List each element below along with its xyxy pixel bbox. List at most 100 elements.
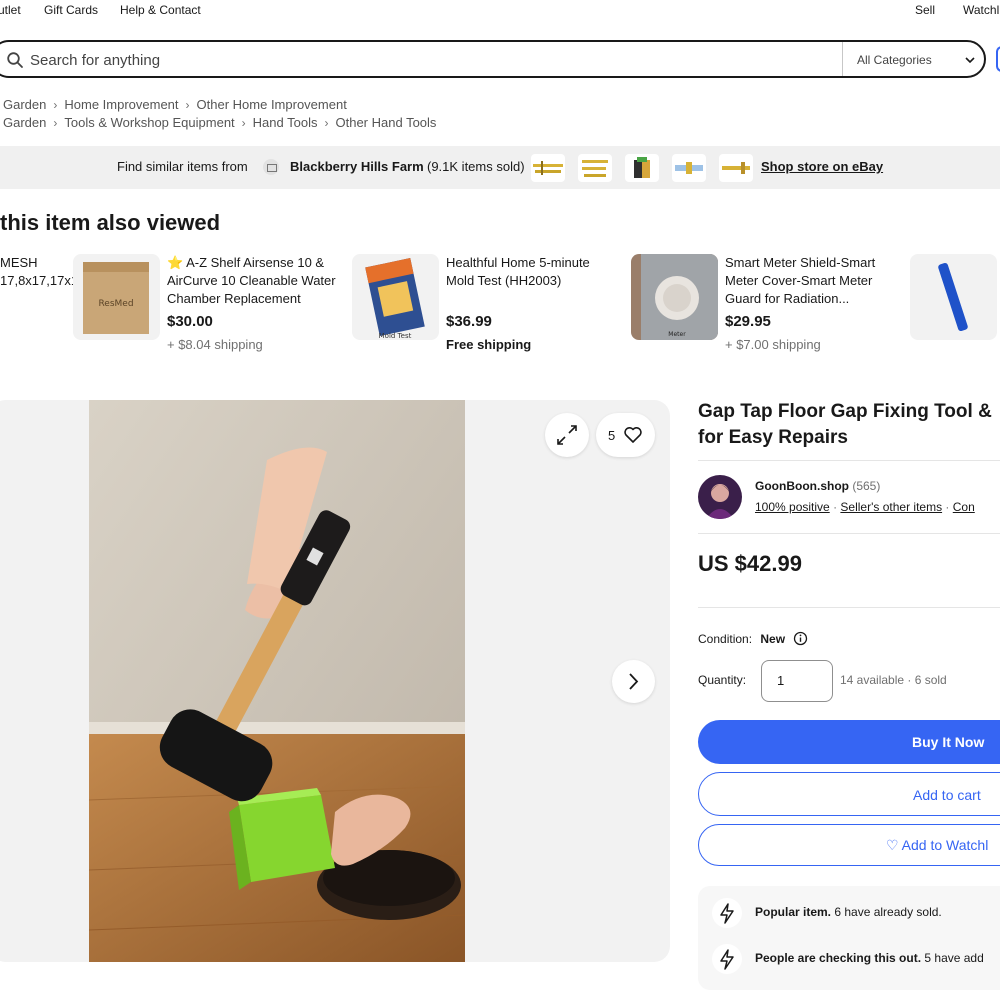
nav-link-gift-cards[interactable]: Gift Cards bbox=[44, 3, 98, 17]
positive-feedback-link[interactable]: 100% positive bbox=[755, 500, 830, 514]
search-divider bbox=[842, 42, 843, 76]
store-item-thumb[interactable] bbox=[578, 154, 612, 182]
shop-store-link[interactable]: Shop store on eBay bbox=[761, 159, 883, 174]
lightning-icon bbox=[712, 898, 742, 928]
contact-seller-link[interactable]: Con bbox=[953, 500, 975, 514]
condition-value: New bbox=[760, 632, 786, 646]
card-price: $30.00 bbox=[167, 313, 213, 330]
watch-count-button[interactable]: 5 bbox=[596, 413, 655, 457]
condition-label: Condition: bbox=[698, 632, 753, 646]
info-icon[interactable] bbox=[793, 631, 808, 646]
card-image[interactable]: Mold Test bbox=[352, 254, 439, 340]
product-price: US $42.99 bbox=[698, 551, 802, 576]
card-shipping: + $8.04 shipping bbox=[167, 337, 263, 352]
breadcrumb-item[interactable]: Tools & Workshop Equipment bbox=[64, 115, 234, 130]
buy-it-now-button[interactable]: Buy It Now bbox=[698, 720, 1000, 764]
add-to-cart-button[interactable]: Add to cart bbox=[698, 772, 1000, 816]
breadcrumb: Garden › Home Improvement › Other Home Impro… bbox=[3, 97, 347, 112]
search-icon bbox=[7, 52, 23, 68]
buy-it-now-label: Buy It Now bbox=[912, 734, 985, 750]
info-checking-bold: People are checking this out. bbox=[755, 951, 922, 965]
nav-link-watchlist[interactable]: Watchl bbox=[963, 3, 999, 17]
nav-link-outlet[interactable]: utlet bbox=[0, 3, 21, 17]
chevron-down-icon[interactable] bbox=[964, 54, 976, 66]
seller-links: 100% positive · Seller's other items · C… bbox=[755, 500, 975, 514]
info-popular-bold: Popular item. bbox=[755, 905, 832, 919]
divider bbox=[698, 533, 1000, 534]
store-item-thumb[interactable] bbox=[531, 154, 565, 182]
product-title: Gap Tap Floor Gap Fixing Tool & for Easy… bbox=[698, 401, 992, 448]
breadcrumb-item[interactable]: Garden bbox=[3, 97, 46, 112]
breadcrumb-item[interactable]: Garden bbox=[3, 115, 46, 130]
chevron-right-icon: › bbox=[241, 116, 246, 130]
breadcrumb-item[interactable]: Home Improvement bbox=[64, 97, 178, 112]
separator-dot: · bbox=[945, 500, 953, 514]
watch-count: 5 bbox=[608, 428, 616, 443]
card-image-label: Meter bbox=[668, 331, 686, 338]
card-title[interactable]: Smart Meter Shield-Smart Meter Cover-Sma… bbox=[725, 254, 895, 308]
nav-link-help[interactable]: Help & Contact bbox=[120, 3, 201, 17]
card-price: $36.99 bbox=[446, 313, 492, 330]
info-checking: People are checking this out. 5 have add bbox=[755, 951, 984, 965]
card-title[interactable]: ⭐ A-Z Shelf Airsense 10 & AirCurve 10 Cl… bbox=[167, 254, 347, 308]
store-item-thumb[interactable] bbox=[625, 154, 659, 182]
similar-prefix: Find similar items from bbox=[117, 159, 248, 174]
fullscreen-button[interactable] bbox=[545, 413, 589, 457]
lightning-icon bbox=[712, 944, 742, 974]
card-image-label: ResMed bbox=[98, 299, 133, 309]
info-popular: Popular item. 6 have already sold. bbox=[755, 905, 942, 919]
store-sold-count: (9.1K items sold) bbox=[427, 159, 525, 174]
card-price: $29.95 bbox=[725, 313, 771, 330]
add-to-watchlist-button[interactable]: ♡ Add to Watchl bbox=[698, 824, 1000, 866]
breadcrumb: Garden › Tools & Workshop Equipment › Hand T… bbox=[3, 115, 436, 130]
search-button[interactable] bbox=[996, 46, 1000, 72]
chevron-right-icon bbox=[629, 673, 639, 690]
info-popular-text: 6 have already sold. bbox=[831, 905, 942, 919]
next-image-button[interactable] bbox=[612, 660, 655, 703]
quantity-input[interactable]: 1 bbox=[761, 660, 833, 702]
quantity-label: Quantity: bbox=[698, 673, 747, 687]
card-image[interactable] bbox=[910, 254, 997, 340]
breadcrumb-item[interactable]: Hand Tools bbox=[253, 115, 318, 130]
card-image-label: Mold Test bbox=[379, 332, 412, 340]
also-viewed-heading: this item also viewed bbox=[0, 210, 221, 235]
divider bbox=[698, 460, 1000, 461]
similar-items-banner: Find similar items from Blackberry Hills… bbox=[0, 146, 1000, 189]
card-title[interactable]: Healthful Home 5-minute Mold Test (HH200… bbox=[446, 254, 616, 290]
heart-icon bbox=[624, 427, 642, 443]
nav-link-sell[interactable]: Sell bbox=[915, 3, 935, 17]
store-name[interactable]: Blackberry Hills Farm bbox=[290, 159, 424, 174]
expand-icon bbox=[557, 425, 577, 445]
store-item-thumb[interactable] bbox=[672, 154, 706, 182]
store-item-thumb[interactable] bbox=[719, 154, 753, 182]
top-nav: utlet Gift Cards Help & Contact Sell Wat… bbox=[0, 0, 1000, 22]
product-photo[interactable] bbox=[89, 400, 465, 962]
category-select[interactable]: All Categories bbox=[857, 53, 932, 67]
seller-feedback-count[interactable]: (565) bbox=[852, 479, 880, 493]
info-checking-text: 5 have add bbox=[921, 951, 984, 965]
seller-name[interactable]: GoonBoon.shop bbox=[755, 479, 849, 493]
breadcrumb-item[interactable]: Other Hand Tools bbox=[335, 115, 436, 130]
seller-other-items-link[interactable]: Seller's other items bbox=[840, 500, 942, 514]
chevron-right-icon: › bbox=[53, 116, 58, 130]
condition-row: Condition: New bbox=[698, 628, 808, 646]
card-title-partial[interactable]: MESH 17,8x17,17x1 bbox=[0, 254, 78, 290]
store-icon bbox=[263, 159, 279, 175]
breadcrumb-item[interactable]: Other Home Improvement bbox=[197, 97, 347, 112]
availability-text: 14 available · 6 sold bbox=[840, 673, 947, 687]
seller-avatar[interactable] bbox=[698, 475, 742, 519]
add-to-watchlist-label: ♡ Add to Watchl bbox=[886, 837, 989, 853]
card-shipping: Free shipping bbox=[446, 337, 532, 352]
chevron-right-icon: › bbox=[53, 98, 58, 112]
search-bar[interactable]: Search for anything All Categories bbox=[0, 40, 986, 78]
card-shipping: + $7.00 shipping bbox=[725, 337, 821, 352]
divider bbox=[698, 607, 1000, 608]
card-image[interactable]: ResMed bbox=[73, 254, 160, 340]
info-box bbox=[698, 886, 1000, 990]
chevron-right-icon: › bbox=[185, 98, 190, 112]
search-input[interactable]: Search for anything bbox=[30, 52, 160, 69]
card-image[interactable]: Meter bbox=[631, 254, 718, 340]
chevron-right-icon: › bbox=[324, 116, 329, 130]
seller-info: GoonBoon.shop (565) bbox=[755, 479, 880, 493]
add-to-cart-label: Add to cart bbox=[913, 787, 981, 803]
